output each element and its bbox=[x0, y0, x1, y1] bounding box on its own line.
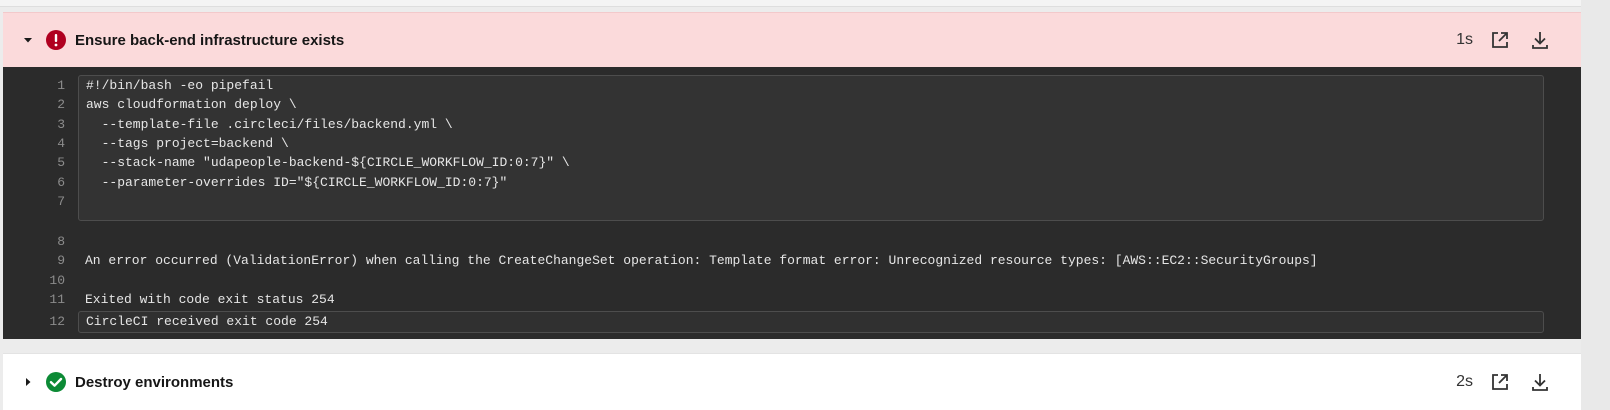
line-number: 6 bbox=[57, 175, 65, 190]
line-text: An error occurred (ValidationError) when… bbox=[85, 253, 1318, 268]
line-text: Exited with code exit status 254 bbox=[85, 292, 335, 307]
line-number: 7 bbox=[57, 194, 65, 209]
step-ensure-backend-infrastructure: Ensure back-end infrastructure exists 1s… bbox=[3, 12, 1581, 339]
line-number: 4 bbox=[57, 136, 65, 151]
line-number: 3 bbox=[57, 117, 65, 132]
open-in-new-icon[interactable] bbox=[1487, 27, 1513, 53]
line-number: 8 bbox=[57, 234, 65, 249]
step-destroy-environments: Destroy environments 2s bbox=[3, 353, 1581, 410]
download-icon[interactable] bbox=[1527, 27, 1553, 53]
output-line: 3 --template-file .circleci/files/backen… bbox=[3, 115, 1581, 134]
step-title: Ensure back-end infrastructure exists bbox=[75, 31, 345, 49]
line-number: 5 bbox=[57, 155, 65, 170]
open-in-new-icon[interactable] bbox=[1487, 369, 1513, 395]
output-line: 5 --stack-name "udapeople-backend-${CIRC… bbox=[3, 153, 1581, 172]
scrollbar-gutter[interactable] bbox=[1581, 0, 1610, 410]
check-circle-icon bbox=[45, 371, 67, 393]
output-line: 6 --parameter-overrides ID="${CIRCLE_WOR… bbox=[3, 173, 1581, 192]
output-line: 7 bbox=[3, 192, 1581, 211]
error-icon bbox=[45, 29, 67, 51]
download-icon[interactable] bbox=[1527, 369, 1553, 395]
step-duration: 1s bbox=[1456, 31, 1473, 48]
chevron-down-icon[interactable] bbox=[17, 29, 39, 51]
output-line: 11 Exited with code exit status 254 bbox=[3, 290, 1581, 309]
step-output-terminal[interactable]: 1 #!/bin/bash -eo pipefail 2 aws cloudform… bbox=[3, 67, 1581, 339]
line-text: #!/bin/bash -eo pipefail bbox=[86, 78, 274, 93]
line-number: 2 bbox=[57, 97, 65, 112]
chevron-right-icon[interactable] bbox=[17, 371, 39, 393]
output-line: 4 --tags project=backend \ bbox=[3, 134, 1581, 153]
output-line: 8 bbox=[3, 232, 1581, 251]
output-line: 12 CircleCI received exit code 254 bbox=[3, 312, 1581, 331]
line-text: --template-file .circleci/files/backend.… bbox=[86, 117, 453, 132]
line-text: --parameter-overrides ID="${CIRCLE_WORKF… bbox=[86, 175, 508, 190]
line-number: 9 bbox=[57, 253, 65, 268]
output-line: 2 aws cloudformation deploy \ bbox=[3, 95, 1581, 114]
line-text: CircleCI received exit code 254 bbox=[86, 314, 328, 329]
step-title: Destroy environments bbox=[75, 373, 234, 391]
output-line: 10 bbox=[3, 271, 1581, 290]
previous-step-edge bbox=[0, 0, 1581, 7]
line-number: 1 bbox=[57, 78, 65, 93]
step-header[interactable]: Destroy environments 2s bbox=[3, 353, 1581, 410]
job-steps-page: Ensure back-end infrastructure exists 1s… bbox=[0, 0, 1610, 410]
output-line: 1 #!/bin/bash -eo pipefail bbox=[3, 76, 1581, 95]
step-duration: 2s bbox=[1456, 373, 1473, 390]
line-text: --stack-name "udapeople-backend-${CIRCLE… bbox=[86, 155, 570, 170]
line-text: aws cloudformation deploy \ bbox=[86, 97, 297, 112]
line-number: 12 bbox=[49, 314, 65, 329]
line-number: 11 bbox=[49, 292, 65, 307]
step-header[interactable]: Ensure back-end infrastructure exists 1s bbox=[3, 12, 1581, 67]
output-line: 9 An error occurred (ValidationError) whe… bbox=[3, 251, 1581, 270]
line-text: --tags project=backend \ bbox=[86, 136, 289, 151]
line-number: 10 bbox=[49, 273, 65, 288]
